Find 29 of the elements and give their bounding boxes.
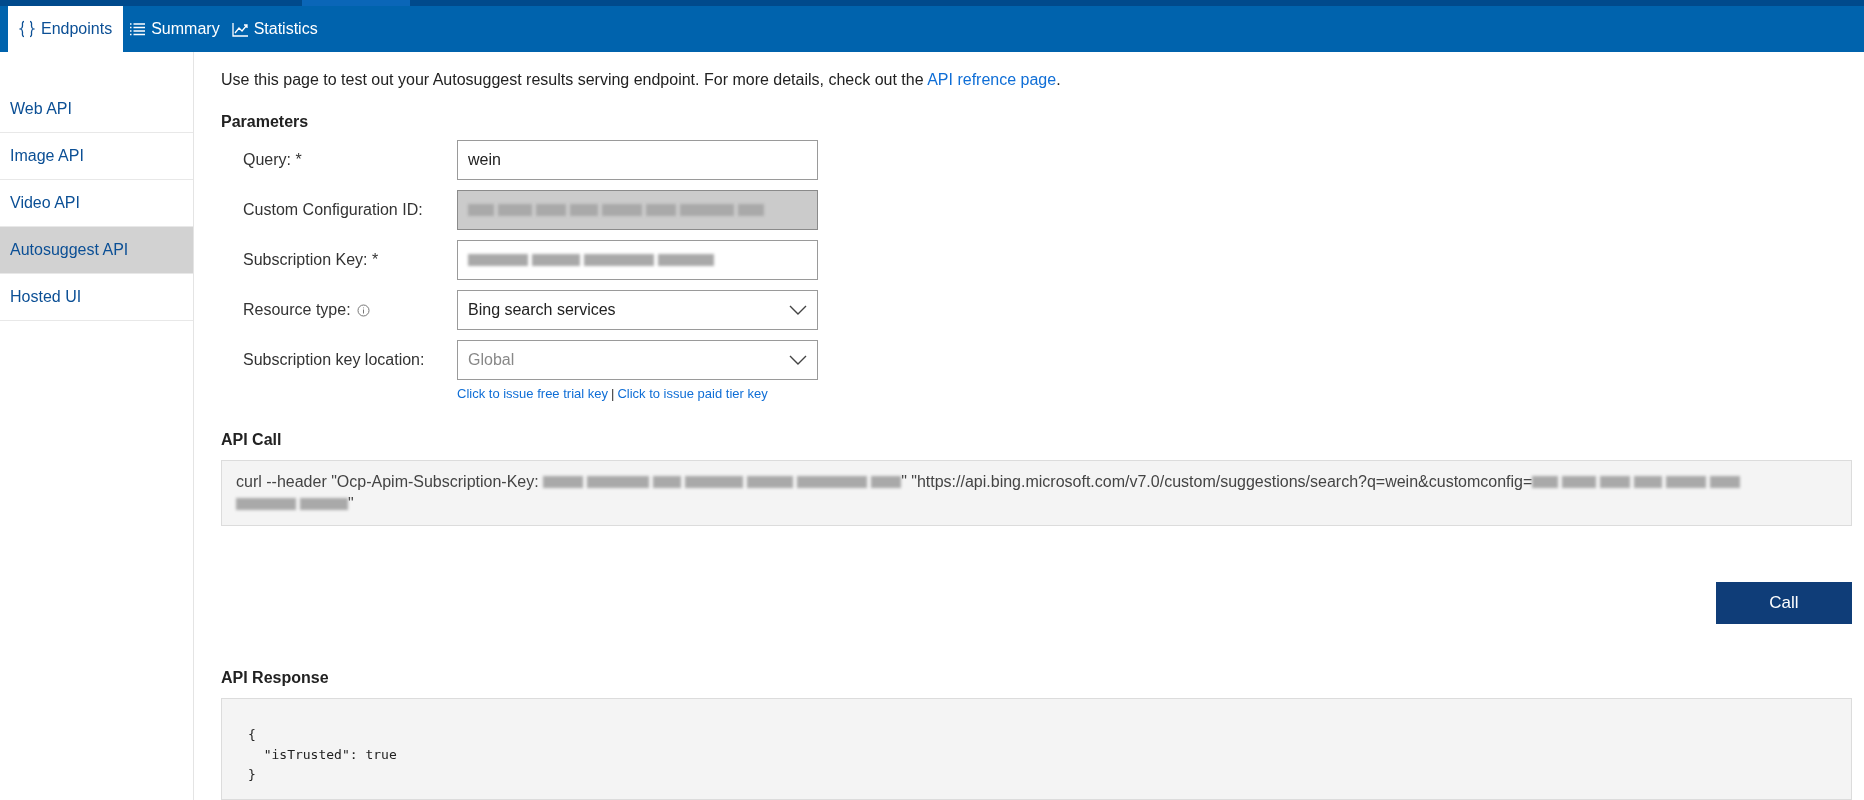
line-chart-icon (231, 21, 249, 37)
intro-text: Use this page to test out your Autosuggest results serving endpoint. For more details, check out the API refrence page. (221, 70, 1062, 90)
response-json: { "isTrusted": true } (248, 725, 398, 784)
api-call-text: curl --header "Ocp-Apim-Subscription-Key: " "https://api.bing.microsoft.com/v7.0/custom/suggestions/search?q=wein&customconfig= " (221, 459, 1852, 526)
tab[interactable]: Summary (123, 6, 226, 52)
field-label: Subscription Key: * (243, 250, 379, 270)
field-label: Query: * (243, 150, 302, 170)
chevron-down-icon (789, 355, 807, 365)
field-label: Resource type: (243, 300, 351, 320)
input-field[interactable] (457, 240, 818, 280)
list-icon (129, 22, 147, 36)
chevron-down-icon (789, 305, 807, 315)
dropdown[interactable]: Global (457, 340, 818, 380)
key-link[interactable]: Click to issue free trial key (457, 384, 608, 404)
section-heading: Parameters (221, 112, 310, 132)
link-separator: | (611, 385, 615, 403)
input-field[interactable]: wein (457, 140, 818, 180)
tab[interactable]: Statistics (225, 6, 324, 52)
braces-icon (19, 20, 35, 38)
field-label: Custom Configuration ID: (243, 200, 423, 220)
call-button[interactable]: Call (1716, 581, 1852, 624)
reference-link[interactable]: API refrence page (927, 71, 1057, 88)
field-label: Subscription key location: (243, 350, 425, 370)
dropdown[interactable]: Bing search services (457, 290, 818, 330)
section-heading: API Response (221, 667, 330, 688)
sidebar-item[interactable]: Autosuggest API (0, 227, 193, 274)
section-heading: API Call (221, 429, 283, 450)
tab[interactable]: Endpoints (8, 6, 124, 52)
key-link[interactable]: Click to issue paid tier key (617, 384, 768, 404)
